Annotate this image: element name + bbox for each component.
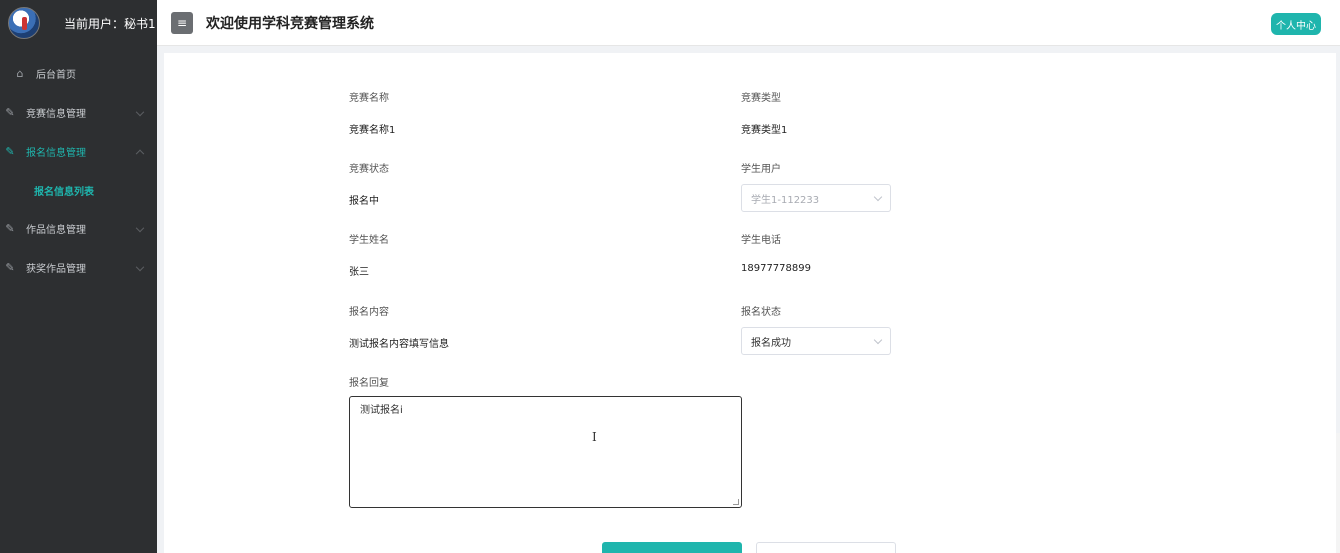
chevron-down-icon bbox=[135, 262, 145, 271]
field-competition-name: 竞赛名称 竞赛名称1 bbox=[349, 89, 395, 136]
select-value: 报名成功 bbox=[751, 337, 791, 349]
sidebar-item-label: 获奖作品管理 bbox=[26, 264, 86, 275]
sidebar-item-competition[interactable]: ✎ 竞赛信息管理 bbox=[0, 93, 157, 132]
field-signup-status: 报名状态 报名成功 bbox=[741, 303, 891, 355]
home-icon: ⌂ bbox=[16, 67, 24, 80]
chevron-down-icon bbox=[873, 192, 883, 202]
field-label: 竞赛类型 bbox=[741, 93, 781, 104]
edit-icon: ✎ bbox=[5, 222, 15, 235]
hamburger-icon: ≡ bbox=[176, 15, 188, 30]
text-cursor-icon: I bbox=[592, 430, 597, 444]
sidebar-nav: ⌂ 后台首页 ✎ 竞赛信息管理 ✎ 报名信息管理 报名信息列表 ✎ 作品信息管理… bbox=[0, 54, 157, 287]
menu-toggle-button[interactable]: ≡ bbox=[171, 11, 193, 34]
field-label: 学生姓名 bbox=[349, 235, 389, 246]
field-value: 竞赛名称1 bbox=[349, 125, 396, 136]
top-header: ≡ 欢迎使用学科竞赛管理系统 个人中心 bbox=[157, 0, 1340, 46]
chevron-down-icon bbox=[873, 335, 883, 345]
field-value: 竞赛类型1 bbox=[741, 125, 788, 136]
sidebar-item-label: 后台首页 bbox=[36, 70, 76, 81]
sidebar-item-home[interactable]: ⌂ 后台首页 bbox=[0, 54, 157, 93]
sidebar-item-label: 竞赛信息管理 bbox=[26, 109, 86, 120]
textarea-value: 测试报名i bbox=[360, 405, 403, 416]
sidebar-item-label: 报名信息管理 bbox=[26, 148, 86, 159]
field-competition-status: 竞赛状态 报名中 bbox=[349, 160, 389, 207]
field-value: 张三 bbox=[349, 267, 369, 278]
select-value: 学生1-112233 bbox=[751, 194, 820, 206]
signup-reply-textarea[interactable]: 测试报名i I bbox=[349, 396, 742, 508]
field-student-name: 学生姓名 张三 bbox=[349, 231, 389, 278]
sidebar-item-signup[interactable]: ✎ 报名信息管理 bbox=[0, 132, 157, 171]
field-student-user: 学生用户 学生1-112233 bbox=[741, 160, 891, 212]
current-user-name: 秘书1 bbox=[124, 16, 156, 31]
main-form: 竞赛名称 竞赛名称1 竞赛类型 竞赛类型1 竞赛状态 报名中 学生用户 学生1-… bbox=[164, 53, 1336, 553]
profile-center-button[interactable]: 个人中心 bbox=[1271, 13, 1321, 35]
signup-status-select[interactable]: 报名成功 bbox=[741, 327, 891, 355]
edit-icon: ✎ bbox=[5, 145, 15, 158]
current-user: 当前用户：秘书1 bbox=[64, 15, 156, 32]
edit-icon: ✎ bbox=[5, 261, 15, 274]
field-label: 竞赛状态 bbox=[349, 164, 389, 175]
sidebar-item-label: 报名信息列表 bbox=[34, 186, 94, 198]
chevron-down-icon bbox=[135, 107, 145, 116]
field-label: 学生电话 bbox=[741, 235, 781, 246]
field-signup-content: 报名内容 测试报名内容填写信息 bbox=[349, 303, 449, 350]
resize-handle[interactable] bbox=[733, 499, 739, 505]
field-value: 报名中 bbox=[349, 196, 379, 207]
cancel-button[interactable] bbox=[756, 542, 896, 553]
edit-icon: ✎ bbox=[5, 106, 15, 119]
sidebar-subitem-signup-list[interactable]: 报名信息列表 bbox=[0, 171, 157, 209]
field-signup-reply: 报名回复 测试报名i I bbox=[349, 374, 742, 508]
page-title: 欢迎使用学科竞赛管理系统 bbox=[206, 15, 374, 32]
chevron-down-icon bbox=[135, 223, 145, 232]
field-label: 报名回复 bbox=[349, 378, 389, 389]
user-bar: 当前用户：秘书1 bbox=[0, 0, 157, 46]
field-label: 报名内容 bbox=[349, 307, 389, 318]
sidebar-item-awards[interactable]: ✎ 获奖作品管理 bbox=[0, 248, 157, 287]
field-label: 竞赛名称 bbox=[349, 93, 389, 104]
current-user-label: 当前用户： bbox=[64, 16, 125, 31]
field-label: 报名状态 bbox=[741, 307, 781, 318]
field-competition-type: 竞赛类型 竞赛类型1 bbox=[741, 89, 787, 136]
field-value: 测试报名内容填写信息 bbox=[349, 339, 449, 350]
sidebar-item-label: 作品信息管理 bbox=[26, 225, 86, 236]
avatar[interactable] bbox=[8, 7, 40, 39]
field-value: 18977778899 bbox=[741, 263, 811, 274]
field-student-phone: 学生电话 18977778899 bbox=[741, 231, 811, 274]
sidebar-item-works[interactable]: ✎ 作品信息管理 bbox=[0, 209, 157, 248]
field-label: 学生用户 bbox=[741, 164, 781, 175]
submit-button[interactable] bbox=[602, 542, 742, 553]
chevron-up-icon bbox=[135, 149, 145, 158]
student-user-select[interactable]: 学生1-112233 bbox=[741, 184, 891, 212]
sidebar: 当前用户：秘书1 ⌂ 后台首页 ✎ 竞赛信息管理 ✎ 报名信息管理 报名信息列表… bbox=[0, 0, 157, 553]
